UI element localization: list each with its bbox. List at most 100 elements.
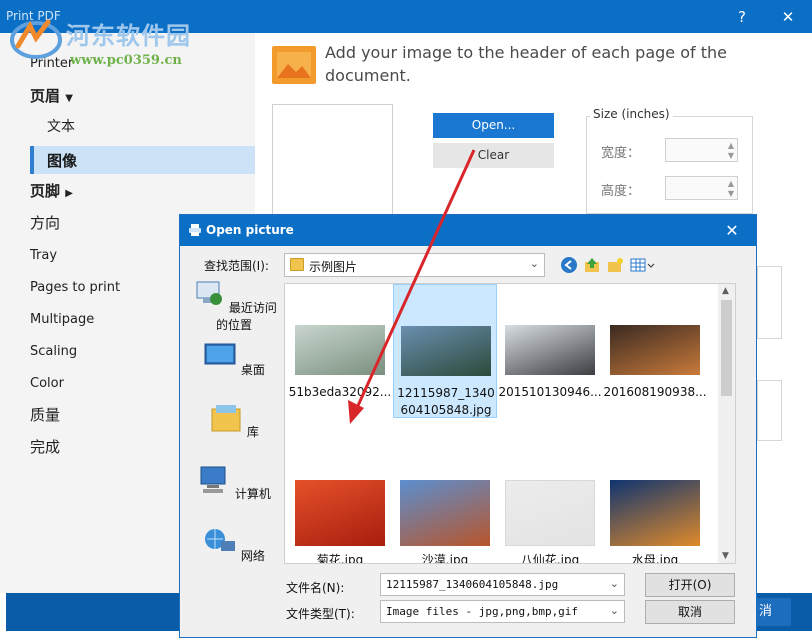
file-name: 水母.jpg	[631, 553, 679, 564]
file-thumbnail	[295, 325, 385, 375]
file-thumbnail	[610, 325, 700, 375]
new-folder-icon[interactable]	[606, 256, 624, 274]
sidebar-item-tray[interactable]: Tray	[30, 243, 57, 269]
printer-icon	[189, 224, 201, 236]
sidebar-item-pages-to-print[interactable]: Pages to print	[30, 275, 120, 301]
scroll-down-icon[interactable]: ▼	[722, 551, 729, 561]
size-legend: Size (inches)	[590, 107, 673, 121]
help-button[interactable]: ?	[730, 6, 754, 28]
clear-image-button[interactable]: Clear	[433, 143, 554, 168]
look-in-combo[interactable]: 示例图片 ⌄	[284, 253, 545, 277]
file-item[interactable]: 八仙花.jpg	[498, 456, 602, 564]
view-menu-icon[interactable]	[630, 256, 656, 274]
image-preview-box	[272, 104, 393, 220]
file-item[interactable]: 51b3eda32092...	[288, 284, 392, 418]
desktop-icon	[204, 343, 236, 365]
sidebar-item-image-label: 图像	[47, 152, 78, 170]
filetype-value: Image files - jpg,png,bmp,gif	[386, 605, 579, 618]
file-item[interactable]: 菊花.jpg	[288, 456, 392, 564]
height-spinner[interactable]: ▲ ▼	[665, 176, 738, 200]
file-list[interactable]: 51b3eda32092... 12115987_1340604105848.jp…	[284, 283, 736, 564]
place-network-label: 网络	[240, 549, 265, 563]
file-item[interactable]: 201608190938...	[603, 284, 707, 418]
main-titlebar: Print PDF ? ✕	[0, 0, 812, 33]
vertical-scrollbar[interactable]: ▲ ▼	[718, 284, 735, 563]
recent-places-icon	[196, 281, 223, 305]
up-folder-icon[interactable]	[583, 256, 601, 274]
sidebar-item-scaling[interactable]: Scaling	[30, 339, 77, 365]
sidebar-item-header-label: 页眉	[30, 87, 61, 105]
folder-icon	[290, 258, 304, 271]
sidebar-item-color[interactable]: Color	[30, 371, 64, 397]
file-name: 51b3eda32092...	[288, 385, 392, 399]
sidebar-item-image[interactable]: 图像	[30, 146, 255, 174]
filetype-label: 文件类型(T):	[286, 607, 355, 621]
computer-icon	[200, 466, 226, 493]
file-name: 201510130946...	[498, 385, 602, 399]
place-computer[interactable]: 计算机	[188, 465, 280, 502]
places-bar: 最近访问的位置 桌面 库 计算机 网络	[188, 277, 280, 577]
file-name: 菊花.jpg	[316, 553, 364, 564]
sidebar-item-text[interactable]: 文本	[47, 114, 75, 140]
cancel-button-main[interactable]: 消	[755, 598, 791, 626]
place-desktop-label: 桌面	[240, 363, 265, 377]
file-thumbnail	[610, 480, 700, 546]
open-image-button[interactable]: Open...	[433, 113, 554, 138]
caret-down-icon: ▼	[65, 93, 73, 104]
file-name: 12115987_1340604105848.jpg	[397, 386, 495, 417]
window-close-button[interactable]: ✕	[776, 6, 800, 28]
place-recent[interactable]: 最近访问的位置	[188, 279, 280, 333]
sidebar-item-orientation[interactable]: 方向	[30, 210, 60, 236]
filename-value: 12115987_1340604105848.jpg	[386, 578, 559, 591]
file-name: 201608190938...	[603, 385, 707, 399]
place-network[interactable]: 网络	[188, 527, 280, 564]
look-in-label: 查找范围(I):	[204, 259, 269, 273]
place-desktop[interactable]: 桌面	[188, 341, 280, 378]
file-thumbnail	[401, 326, 491, 376]
chevron-down-icon: ⌄	[529, 257, 539, 270]
sidebar-item-finish[interactable]: 完成	[30, 434, 60, 460]
height-label: 高度：	[601, 184, 641, 199]
chevron-down-icon[interactable]: ⌄	[610, 577, 619, 590]
dialog-titlebar: Open picture ✕	[180, 215, 756, 246]
dialog-cancel-button[interactable]: 取消	[645, 600, 735, 624]
width-spinner[interactable]: ▲ ▼	[665, 138, 738, 162]
option-panel-edge	[757, 266, 782, 339]
place-computer-label: 计算机	[234, 487, 271, 501]
file-thumbnail	[400, 480, 490, 546]
back-icon[interactable]	[560, 256, 578, 274]
sidebar-item-header[interactable]: 页眉 ▼	[30, 83, 73, 109]
place-libraries[interactable]: 库	[188, 403, 280, 440]
window-title: Print PDF	[6, 9, 61, 23]
file-name: 沙漠.jpg	[421, 553, 469, 564]
dialog-title: Open picture	[206, 223, 294, 237]
library-icon	[211, 405, 241, 432]
option-panel-edge-2	[757, 380, 782, 441]
open-picture-dialog: Open picture ✕ 查找范围(I): 示例图片 ⌄ 最近访问的位置 桌…	[179, 214, 757, 638]
header-image-description: Add your image to the header of each pag…	[325, 43, 727, 85]
file-thumbnail	[295, 480, 385, 546]
place-recent-label: 最近访问的位置	[215, 301, 277, 332]
dialog-open-button[interactable]: 打开(O)	[645, 573, 735, 597]
file-name: 八仙花.jpg	[520, 553, 580, 564]
sidebar-item-multipage[interactable]: Multipage	[30, 307, 94, 333]
file-item[interactable]: 201510130946...	[498, 284, 602, 418]
file-item[interactable]: 12115987_1340604105848.jpg	[393, 284, 497, 418]
chevron-down-icon[interactable]: ⌄	[610, 604, 619, 617]
look-in-value: 示例图片	[309, 260, 358, 274]
image-picture-icon	[272, 46, 316, 84]
file-thumbnail	[505, 325, 595, 375]
file-item[interactable]: 沙漠.jpg	[393, 456, 497, 564]
filename-field[interactable]: 12115987_1340604105848.jpg ⌄	[380, 573, 625, 596]
filetype-select[interactable]: Image files - jpg,png,bmp,gif ⌄	[380, 600, 625, 623]
scroll-up-icon[interactable]: ▲	[722, 286, 729, 296]
sidebar-item-footer[interactable]: 页脚 ▶	[30, 178, 73, 204]
dialog-close-button[interactable]: ✕	[720, 219, 744, 243]
filename-label: 文件名(N):	[286, 581, 345, 595]
network-icon	[205, 529, 236, 551]
sidebar-item-quality[interactable]: 质量	[30, 402, 60, 428]
file-item[interactable]: 水母.jpg	[603, 456, 707, 564]
scrollbar-thumb[interactable]	[721, 300, 732, 396]
place-libraries-label: 库	[246, 425, 259, 439]
sidebar-item-printer[interactable]: Printer	[30, 51, 73, 77]
